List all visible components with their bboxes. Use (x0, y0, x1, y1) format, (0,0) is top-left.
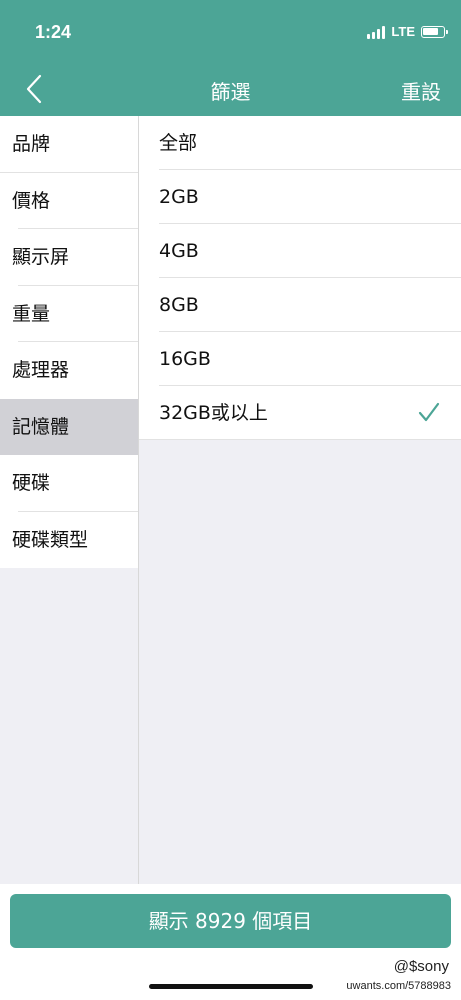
option-label: 全部 (159, 132, 198, 154)
sidebar-item-label: 硬碟類型 (12, 528, 89, 551)
page-title: 篩選 (210, 80, 251, 104)
filter-category-list: 品牌 價格 顯示屏 重量 處理器 記憶體 硬碟 硬碟類型 (0, 116, 138, 568)
show-results-button[interactable]: 顯示 8929 個項目 (10, 894, 451, 948)
checkmark-icon (418, 402, 440, 422)
sidebar-item-display[interactable]: 顯示屏 (0, 229, 138, 286)
option-16gb[interactable]: 16GB (139, 332, 461, 386)
watermark-handle: @$sony (393, 958, 449, 975)
option-label: 16GB (159, 348, 211, 370)
sidebar-item-hard-drive[interactable]: 硬碟 (0, 455, 138, 512)
option-label: 32GB或以上 (159, 402, 268, 424)
sidebar-item-label: 品牌 (12, 133, 51, 155)
cellular-signal-icon (367, 25, 386, 39)
option-32gb-or-more[interactable]: 32GB或以上 (139, 386, 461, 440)
option-all[interactable]: 全部 (139, 116, 461, 170)
status-indicators: LTE (367, 24, 448, 39)
sidebar-item-price[interactable]: 價格 (0, 173, 138, 230)
sidebar-item-label: 處理器 (12, 359, 70, 381)
filter-option-list: 全部 2GB 4GB 8GB 16GB 32GB或以上 (139, 116, 461, 440)
sidebar-item-label: 顯示屏 (12, 246, 70, 268)
reset-button[interactable]: 重設 (401, 76, 441, 105)
home-indicator[interactable] (149, 984, 313, 989)
option-2gb[interactable]: 2GB (139, 170, 461, 224)
sidebar-item-weight[interactable]: 重量 (0, 286, 138, 343)
option-label: 8GB (159, 294, 199, 316)
battery-icon (421, 25, 448, 38)
sidebar-item-label: 重量 (12, 302, 51, 325)
option-8gb[interactable]: 8GB (139, 278, 461, 332)
option-label: 4GB (159, 240, 199, 262)
sidebar-item-brand[interactable]: 品牌 (0, 116, 138, 173)
sidebar-item-label: 硬碟 (12, 472, 51, 494)
sidebar-item-memory[interactable]: 記憶體 (0, 398, 138, 455)
sidebar-item-processor[interactable]: 處理器 (0, 342, 138, 399)
option-label: 2GB (159, 186, 199, 208)
network-type: LTE (391, 24, 415, 39)
option-4gb[interactable]: 4GB (139, 224, 461, 278)
nav-header: 1:24 LTE 篩選 重設 (0, 0, 461, 116)
watermark-url: uwants.com/5788983 (346, 980, 451, 992)
footer-bar: 顯示 8929 個項目 @$sony uwants.com/5788983 (0, 884, 461, 1000)
sidebar-item-hard-drive-type[interactable]: 硬碟類型 (0, 512, 138, 569)
status-time: 1:24 (35, 22, 72, 42)
sidebar-item-label: 價格 (12, 189, 51, 212)
sidebar-item-label: 記憶體 (12, 415, 70, 438)
